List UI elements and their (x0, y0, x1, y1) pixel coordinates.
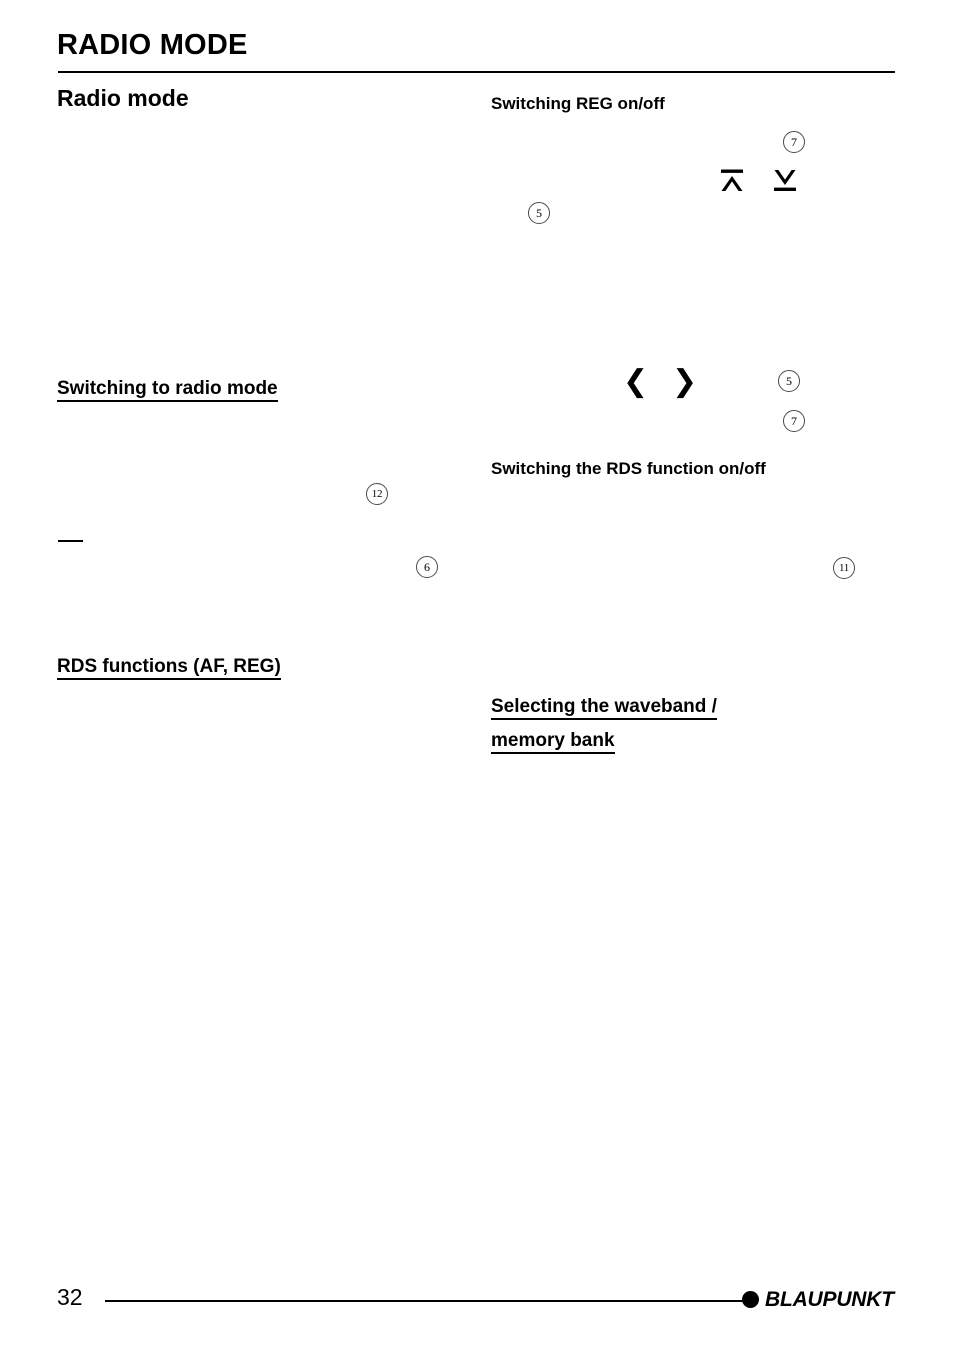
heading-switching-to-radio-mode: Switching to radio mode (57, 378, 278, 402)
reference-marker-7-middle: 7 (783, 410, 805, 432)
section-heading-radio-mode: Radio mode (57, 85, 189, 111)
right-chevron-icon: ❯ (672, 364, 698, 399)
heading-switching-reg: Switching REG on/off (491, 94, 665, 113)
down-arrow-bar-icon (772, 168, 798, 194)
reference-marker-7-top: 7 (783, 131, 805, 153)
reference-marker-6: 6 (416, 556, 438, 578)
up-arrow-bar-icon (719, 168, 745, 194)
reference-marker-11: 11 (833, 557, 855, 579)
left-chevron-icon: ❮ (623, 364, 649, 399)
heading-selecting-waveband-wrap: Selecting the waveband / memory bank (491, 695, 901, 755)
blaupunkt-dot-icon (742, 1291, 759, 1308)
reference-marker-5-top: 5 (528, 202, 550, 224)
left-column: Radio mode (57, 85, 481, 113)
heading-switching-rds-function: Switching the RDS function on/off (491, 459, 766, 478)
blaupunkt-logo: BLAUPUNKT (742, 1289, 894, 1310)
title-divider (58, 71, 895, 73)
heading-rds-functions: RDS functions (AF, REG) (57, 656, 281, 680)
heading-switching-to-radio-mode-wrap: Switching to radio mode (57, 377, 481, 403)
list-dash-marker (58, 540, 83, 542)
heading-selecting-waveband-line1: Selecting the waveband / (491, 696, 717, 720)
reference-marker-12: 12 (366, 483, 388, 505)
document-page: RADIO MODE Radio mode Switching to radio… (0, 0, 954, 1349)
reference-marker-5-middle: 5 (778, 370, 800, 392)
blaupunkt-wordmark: BLAUPUNKT (765, 1288, 894, 1311)
heading-selecting-waveband-line2: memory bank (491, 729, 615, 754)
footer-divider (105, 1300, 749, 1302)
page-title: RADIO MODE (57, 29, 248, 61)
footer-page-number: 32 (57, 1284, 83, 1310)
heading-rds-functions-wrap: RDS functions (AF, REG) (57, 655, 481, 681)
